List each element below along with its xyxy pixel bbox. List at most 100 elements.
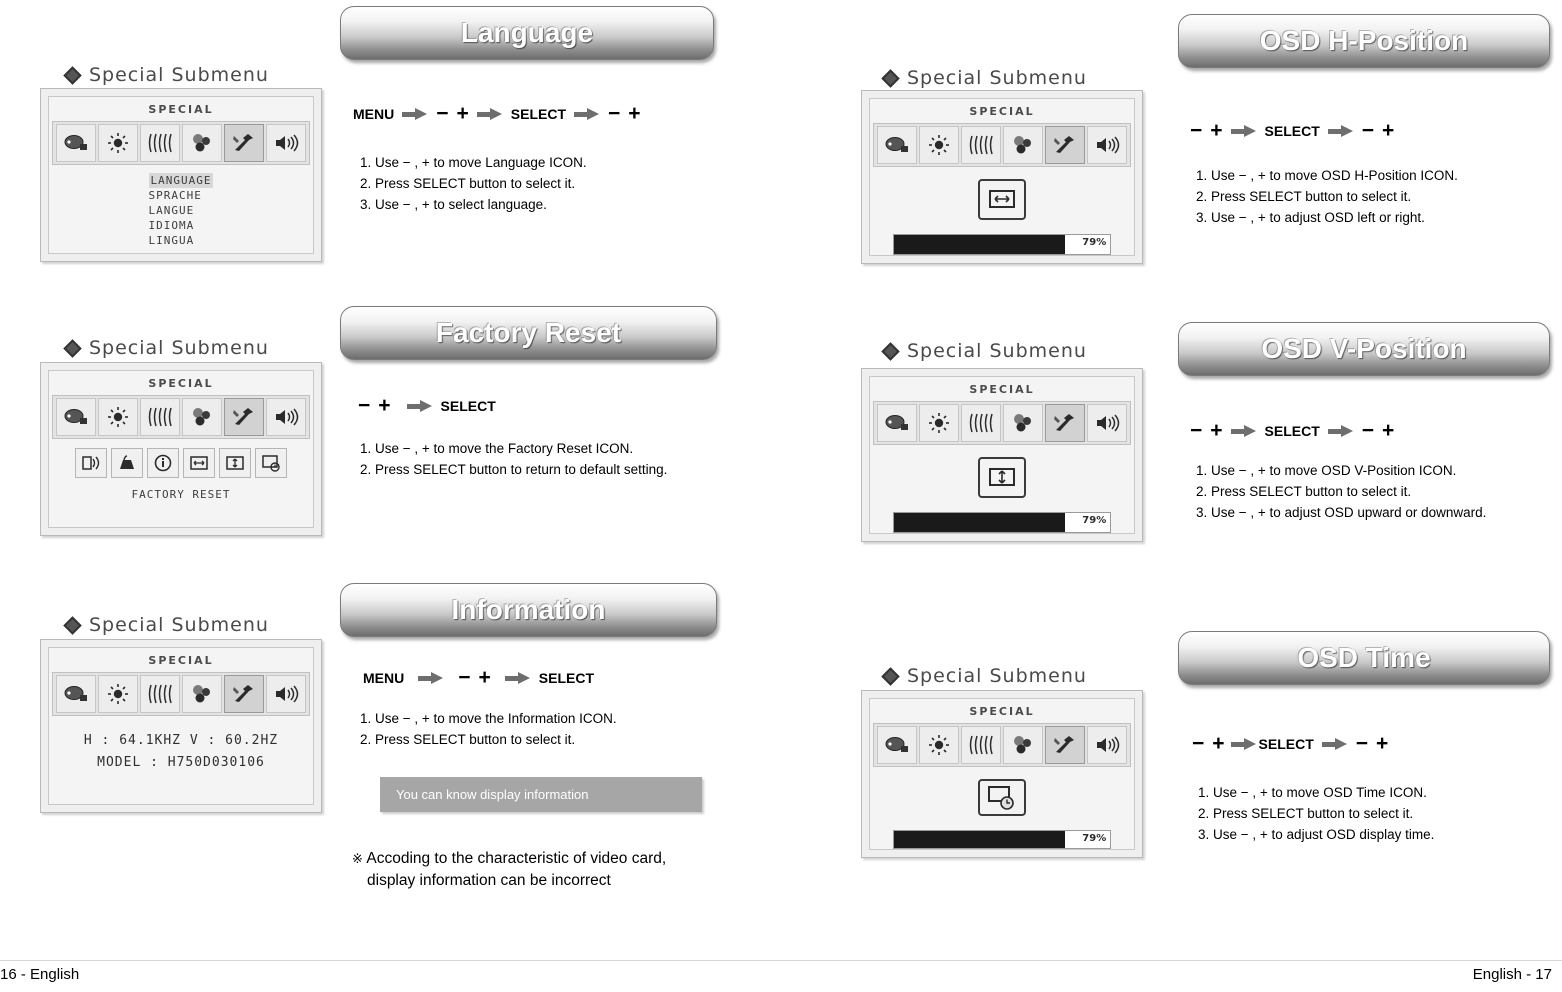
plus-button[interactable]: +	[1376, 733, 1388, 754]
color-icon	[1003, 126, 1043, 164]
info-line-frequency: H : 64.1KHZ V : 60.2HZ	[83, 733, 279, 748]
osd-icon-row	[52, 672, 310, 716]
arrow-icon	[1327, 425, 1354, 437]
menu-button-label[interactable]: MENU	[353, 106, 394, 122]
volume-icon	[266, 398, 306, 436]
plus-button[interactable]: +	[1382, 120, 1394, 141]
step-item: 1. Use − , + to move the Information ICO…	[360, 711, 617, 726]
osd-icon-row	[52, 121, 310, 165]
section-title-information: Information	[340, 583, 717, 637]
select-button-label[interactable]: SELECT	[539, 670, 594, 686]
minus-button[interactable]: −	[1190, 120, 1202, 141]
step-item: 3. Use − , + to adjust OSD display time.	[1198, 827, 1435, 842]
minus-button[interactable]: −	[1362, 120, 1374, 141]
minus-button[interactable]: −	[458, 667, 470, 688]
plus-button[interactable]: +	[628, 103, 640, 124]
brightness-icon	[98, 124, 138, 162]
section-title-text: OSD H-Position	[1259, 25, 1469, 56]
info-note-box: You can know display information	[380, 777, 702, 812]
submenu-heading-osd-h-position: Special Submenu	[881, 67, 1087, 89]
osd-title: SPECIAL	[148, 654, 214, 667]
plus-button[interactable]: +	[1212, 733, 1224, 754]
diamond-icon	[881, 341, 900, 361]
section-title-osd-time: OSD Time	[1178, 631, 1550, 685]
minus-button[interactable]: −	[608, 103, 620, 124]
button-sequence-factory-reset: − + SELECT	[358, 395, 496, 416]
submenu-heading-osd-v-position: Special Submenu	[881, 340, 1087, 362]
minus-button[interactable]: −	[436, 103, 448, 124]
submenu-label: Special Submenu	[89, 614, 269, 636]
step-item: 1. Use − , + to move OSD V-Position ICON…	[1196, 463, 1457, 478]
volume-icon	[1087, 726, 1127, 764]
minus-button[interactable]: −	[358, 395, 370, 416]
step-item: 3. Use − , + to select language.	[360, 197, 547, 212]
arrow-icon	[504, 672, 531, 684]
plus-button[interactable]: +	[457, 103, 469, 124]
footnote-line-1: Accoding to the characteristic of video …	[366, 850, 667, 867]
osd-h-position-icon	[183, 448, 215, 478]
volume-icon	[1087, 126, 1127, 164]
step-item: 1. Use − , + to move Language ICON.	[360, 155, 587, 170]
section-title-text: Language	[460, 17, 594, 48]
arrow-icon	[406, 400, 433, 412]
minus-button[interactable]: −	[1356, 733, 1368, 754]
plus-button[interactable]: +	[378, 395, 390, 416]
language-icon	[56, 124, 96, 162]
geometry-icon	[961, 726, 1001, 764]
section-title-text: OSD Time	[1297, 642, 1431, 673]
arrow-icon	[574, 108, 600, 120]
footer-divider	[0, 960, 1562, 961]
language-icon	[877, 404, 917, 442]
select-button-label[interactable]: SELECT	[511, 106, 566, 122]
osd-title: SPECIAL	[969, 705, 1035, 718]
osd-v-position-icon	[978, 457, 1026, 499]
submenu-heading-osd-time: Special Submenu	[881, 665, 1087, 687]
step-item: 2. Press SELECT button to select it.	[1198, 806, 1414, 821]
minus-button[interactable]: −	[1192, 733, 1204, 754]
osd-icon-row	[873, 401, 1131, 445]
button-sequence-information: MENU − + SELECT	[363, 667, 594, 688]
language-icon	[56, 398, 96, 436]
osd-screenshot-factory-reset: SPECIAL FACTORY RESET	[40, 362, 322, 536]
brightness-icon	[98, 675, 138, 713]
osd-screenshot-language: SPECIAL LANGUAGE SPRACHE LANGUE IDIOMA L…	[40, 88, 322, 262]
submenu-label: Special Submenu	[907, 665, 1087, 687]
osd-progress-percent: 79%	[1082, 833, 1107, 845]
button-sequence-v-position: − + SELECT − +	[1190, 420, 1394, 441]
reference-mark-icon: ※	[352, 851, 363, 866]
arrow-icon	[1327, 125, 1354, 137]
brightness-icon	[98, 398, 138, 436]
select-button-label[interactable]: SELECT	[1259, 736, 1314, 752]
osd-title: SPECIAL	[148, 103, 214, 116]
section-title-language: Language	[340, 6, 714, 60]
geometry-icon	[961, 404, 1001, 442]
submenu-heading-language: Special Submenu	[63, 64, 269, 86]
minus-button[interactable]: −	[1362, 420, 1374, 441]
step-item: 2. Press SELECT button to select it.	[360, 732, 576, 747]
language-icon	[56, 675, 96, 713]
steps-h-position: 1. Use − , + to move OSD H-Position ICON…	[1196, 165, 1458, 228]
submenu-heading-factory-reset: Special Submenu	[63, 337, 269, 359]
plus-button[interactable]: +	[1210, 120, 1222, 141]
osd-screenshot-information: SPECIAL H: 64.1KHZ V: 60.2HZ MODEL: H…	[40, 639, 322, 813]
plus-button[interactable]: +	[1382, 420, 1394, 441]
osd-progress-bar: 79%	[892, 234, 1112, 255]
plus-button[interactable]: +	[1210, 420, 1222, 441]
display-information: H : 64.1KHZ V : 60.2HZ MODEL : H750D0301…	[84, 730, 278, 774]
menu-button-label[interactable]: MENU	[363, 670, 404, 686]
osd-time-icon	[255, 448, 287, 478]
diamond-icon	[881, 68, 900, 88]
section-title-osd-v-position: OSD V-Position	[1178, 322, 1550, 376]
minus-button[interactable]: −	[1190, 420, 1202, 441]
section-title-osd-h-position: OSD H-Position	[1178, 14, 1550, 68]
osd-progress-fill	[893, 831, 1065, 848]
section-title-text: OSD V-Position	[1261, 333, 1467, 364]
plus-button[interactable]: +	[479, 667, 491, 688]
special-icon	[224, 398, 264, 436]
special-icon	[224, 675, 264, 713]
color-icon	[1003, 404, 1043, 442]
manual-page: Language Special Submenu SPECIAL LANGUAG…	[0, 0, 1562, 992]
select-button-label[interactable]: SELECT	[441, 398, 496, 414]
select-button-label[interactable]: SELECT	[1265, 123, 1320, 139]
select-button-label[interactable]: SELECT	[1265, 423, 1320, 439]
